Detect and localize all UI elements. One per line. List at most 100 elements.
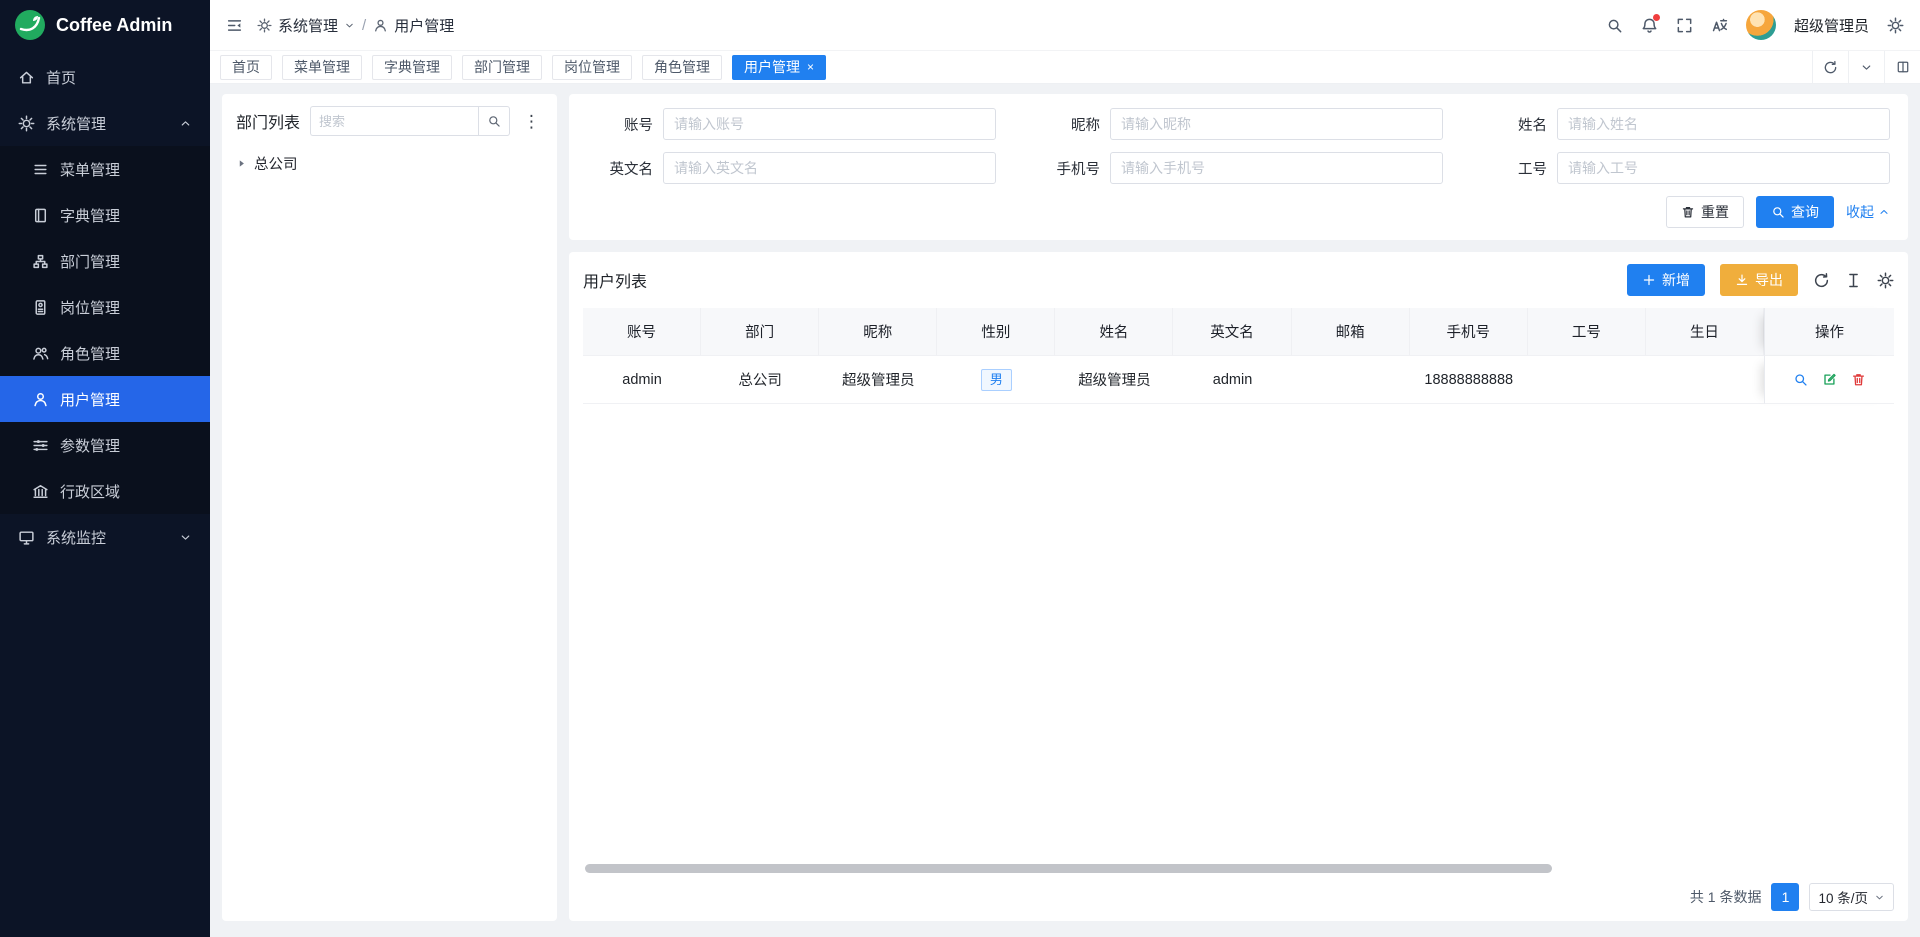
table-settings-gear-icon[interactable] bbox=[1877, 272, 1894, 289]
sidebar-item-label: 行政区域 bbox=[60, 481, 120, 502]
nickname-input[interactable] bbox=[1110, 108, 1443, 140]
add-button[interactable]: 新增 bbox=[1627, 264, 1705, 296]
phone-input[interactable] bbox=[1110, 152, 1443, 184]
gender-tag: 男 bbox=[981, 369, 1012, 391]
tab-label: 岗位管理 bbox=[564, 57, 620, 77]
sidebar-item-region-mgmt[interactable]: 行政区域 bbox=[0, 468, 210, 514]
settings-gear-icon[interactable] bbox=[1887, 17, 1904, 34]
job-no-input[interactable] bbox=[1557, 152, 1890, 184]
dept-search-input[interactable] bbox=[310, 106, 478, 136]
translate-icon[interactable] bbox=[1711, 17, 1728, 34]
cell-account: admin bbox=[583, 356, 701, 404]
avatar[interactable] bbox=[1746, 10, 1776, 40]
table-refresh-icon[interactable] bbox=[1813, 272, 1830, 289]
field-label: 英文名 bbox=[587, 158, 653, 179]
column-header: 英文名 bbox=[1173, 308, 1291, 356]
tab-menu-mgmt[interactable]: 菜单管理 bbox=[282, 55, 362, 80]
sidebar-group-system[interactable]: 系统管理 bbox=[0, 100, 210, 146]
page-size-select[interactable]: 10 条/页 bbox=[1809, 883, 1894, 911]
column-header: 生日 bbox=[1646, 308, 1764, 356]
more-options-icon[interactable]: ⋮ bbox=[520, 113, 543, 130]
tab-user-mgmt[interactable]: 用户管理 × bbox=[732, 55, 826, 80]
add-label: 新增 bbox=[1662, 270, 1690, 290]
table-header-row: 账号 部门 昵称 性别 姓名 英文名 邮箱 手机号 工号 生日 操作 bbox=[583, 308, 1894, 356]
cell-phone: 18888888888 bbox=[1410, 356, 1528, 404]
breadcrumb-system[interactable]: 系统管理 bbox=[257, 15, 355, 36]
reset-button[interactable]: 重置 bbox=[1666, 196, 1744, 228]
reset-label: 重置 bbox=[1701, 202, 1729, 222]
page-button-1[interactable]: 1 bbox=[1771, 883, 1799, 911]
tree-node-root[interactable]: 总公司 bbox=[236, 148, 543, 178]
refresh-icon[interactable] bbox=[1812, 51, 1848, 83]
row-height-icon[interactable] bbox=[1845, 272, 1862, 289]
app-logo[interactable]: Coffee Admin bbox=[0, 0, 210, 50]
content-expand-icon[interactable] bbox=[1884, 51, 1920, 83]
user-name[interactable]: 超级管理员 bbox=[1794, 15, 1869, 36]
search-icon bbox=[1771, 205, 1785, 219]
tab-label: 字典管理 bbox=[384, 57, 440, 77]
field-name: 姓名 bbox=[1481, 108, 1890, 140]
bell-icon[interactable] bbox=[1641, 17, 1658, 34]
tab-label: 菜单管理 bbox=[294, 57, 350, 77]
user-icon bbox=[373, 18, 388, 33]
account-input[interactable] bbox=[663, 108, 996, 140]
field-label: 姓名 bbox=[1481, 114, 1547, 135]
column-header: 账号 bbox=[583, 308, 701, 356]
sidebar-item-label: 参数管理 bbox=[60, 435, 120, 456]
chevron-up-icon bbox=[179, 117, 192, 130]
tab-post-mgmt[interactable]: 岗位管理 bbox=[552, 55, 632, 80]
home-icon bbox=[18, 69, 35, 86]
column-header: 性别 bbox=[937, 308, 1055, 356]
search-form-card: 账号 昵称 姓名 英文名 bbox=[569, 94, 1908, 240]
tab-dept-mgmt[interactable]: 部门管理 bbox=[462, 55, 542, 80]
query-button[interactable]: 查询 bbox=[1756, 196, 1834, 228]
topbar: 系统管理 / 用户管理 超级管理员 bbox=[210, 0, 1920, 50]
sidebar-item-menu-mgmt[interactable]: 菜单管理 bbox=[0, 146, 210, 192]
table-empty-space bbox=[583, 404, 1894, 864]
sidebar-item-user-mgmt[interactable]: 用户管理 bbox=[0, 376, 210, 422]
search-icon[interactable] bbox=[1606, 17, 1623, 34]
scrollbar-thumb[interactable] bbox=[585, 864, 1552, 873]
export-button[interactable]: 导出 bbox=[1720, 264, 1798, 296]
tab-role-mgmt[interactable]: 角色管理 bbox=[642, 55, 722, 80]
trash-icon bbox=[1681, 205, 1695, 219]
tab-dict-mgmt[interactable]: 字典管理 bbox=[372, 55, 452, 80]
delete-trash-icon[interactable] bbox=[1851, 372, 1866, 387]
sidebar-item-dept-mgmt[interactable]: 部门管理 bbox=[0, 238, 210, 284]
sidebar-item-post-mgmt[interactable]: 岗位管理 bbox=[0, 284, 210, 330]
close-icon[interactable]: × bbox=[807, 61, 814, 73]
table-toolbar: 新增 导出 bbox=[1627, 264, 1894, 296]
tab-options-chevron-down-icon[interactable] bbox=[1848, 51, 1884, 83]
sidebar-item-dict-mgmt[interactable]: 字典管理 bbox=[0, 192, 210, 238]
search-icon bbox=[487, 114, 501, 128]
collapse-link[interactable]: 收起 bbox=[1846, 202, 1890, 222]
name-input[interactable] bbox=[1557, 108, 1890, 140]
sidebar-group-monitor[interactable]: 系统监控 bbox=[0, 514, 210, 560]
sidebar-item-param-mgmt[interactable]: 参数管理 bbox=[0, 422, 210, 468]
breadcrumb-page[interactable]: 用户管理 bbox=[373, 15, 454, 36]
field-label: 工号 bbox=[1481, 158, 1547, 179]
column-header: 手机号 bbox=[1410, 308, 1528, 356]
chevron-down-icon bbox=[179, 531, 192, 544]
field-label: 手机号 bbox=[1034, 158, 1100, 179]
app-title: Coffee Admin bbox=[56, 15, 172, 36]
tab-label: 角色管理 bbox=[654, 57, 710, 77]
sidebar-item-label: 用户管理 bbox=[60, 389, 120, 410]
chevron-up-icon bbox=[1878, 206, 1890, 218]
tab-home[interactable]: 首页 bbox=[220, 55, 272, 80]
menu-fold-icon[interactable] bbox=[226, 17, 243, 34]
cell-nickname: 超级管理员 bbox=[819, 356, 937, 404]
column-header: 邮箱 bbox=[1292, 308, 1410, 356]
view-search-icon[interactable] bbox=[1793, 372, 1808, 387]
page-size-value: 10 条/页 bbox=[1818, 887, 1868, 907]
chevron-down-icon bbox=[344, 20, 355, 31]
sidebar-item-role-mgmt[interactable]: 角色管理 bbox=[0, 330, 210, 376]
dept-search-group bbox=[310, 106, 510, 136]
breadcrumb-separator: / bbox=[362, 17, 366, 34]
en-name-input[interactable] bbox=[663, 152, 996, 184]
sidebar-item-home[interactable]: 首页 bbox=[0, 54, 210, 100]
bank-icon bbox=[32, 483, 49, 500]
edit-icon[interactable] bbox=[1822, 372, 1837, 387]
fullscreen-icon[interactable] bbox=[1676, 17, 1693, 34]
dept-search-button[interactable] bbox=[478, 106, 510, 136]
